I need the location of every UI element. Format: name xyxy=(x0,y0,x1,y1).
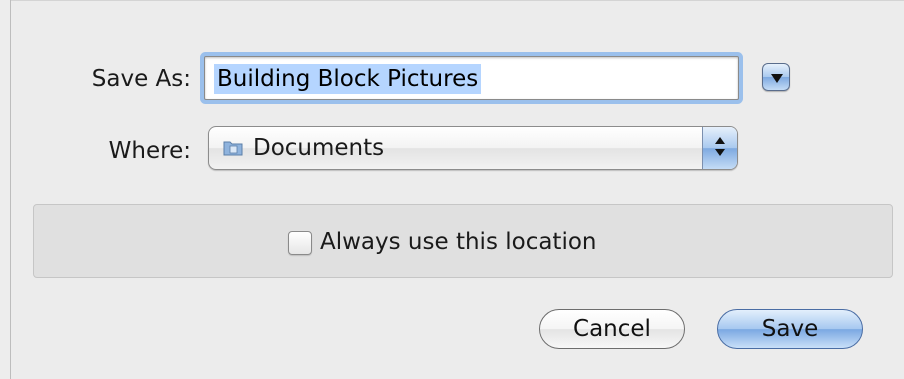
dialog-top-border xyxy=(11,0,904,1)
disclosure-triangle-icon xyxy=(771,74,783,83)
down-arrow-icon xyxy=(715,149,725,156)
always-use-label[interactable]: Always use this location xyxy=(320,229,597,255)
location-popup[interactable]: Documents xyxy=(208,126,738,170)
options-panel: Always use this location xyxy=(33,204,893,278)
save-dialog: Save As: Building Block Pictures Where: … xyxy=(10,0,904,379)
file-name-field[interactable]: Building Block Pictures xyxy=(204,56,739,100)
file-name-value: Building Block Pictures xyxy=(214,64,482,94)
folder-icon xyxy=(223,141,243,156)
up-arrow-icon xyxy=(715,137,725,144)
cancel-button[interactable]: Cancel xyxy=(539,309,685,349)
save-as-label: Save As: xyxy=(91,66,191,92)
location-stepper xyxy=(702,127,737,169)
save-button[interactable]: Save xyxy=(717,309,863,349)
always-use-checkbox[interactable] xyxy=(288,231,312,255)
expand-dialog-button[interactable] xyxy=(762,63,790,91)
where-label: Where: xyxy=(108,138,191,164)
location-value: Documents xyxy=(253,135,385,161)
